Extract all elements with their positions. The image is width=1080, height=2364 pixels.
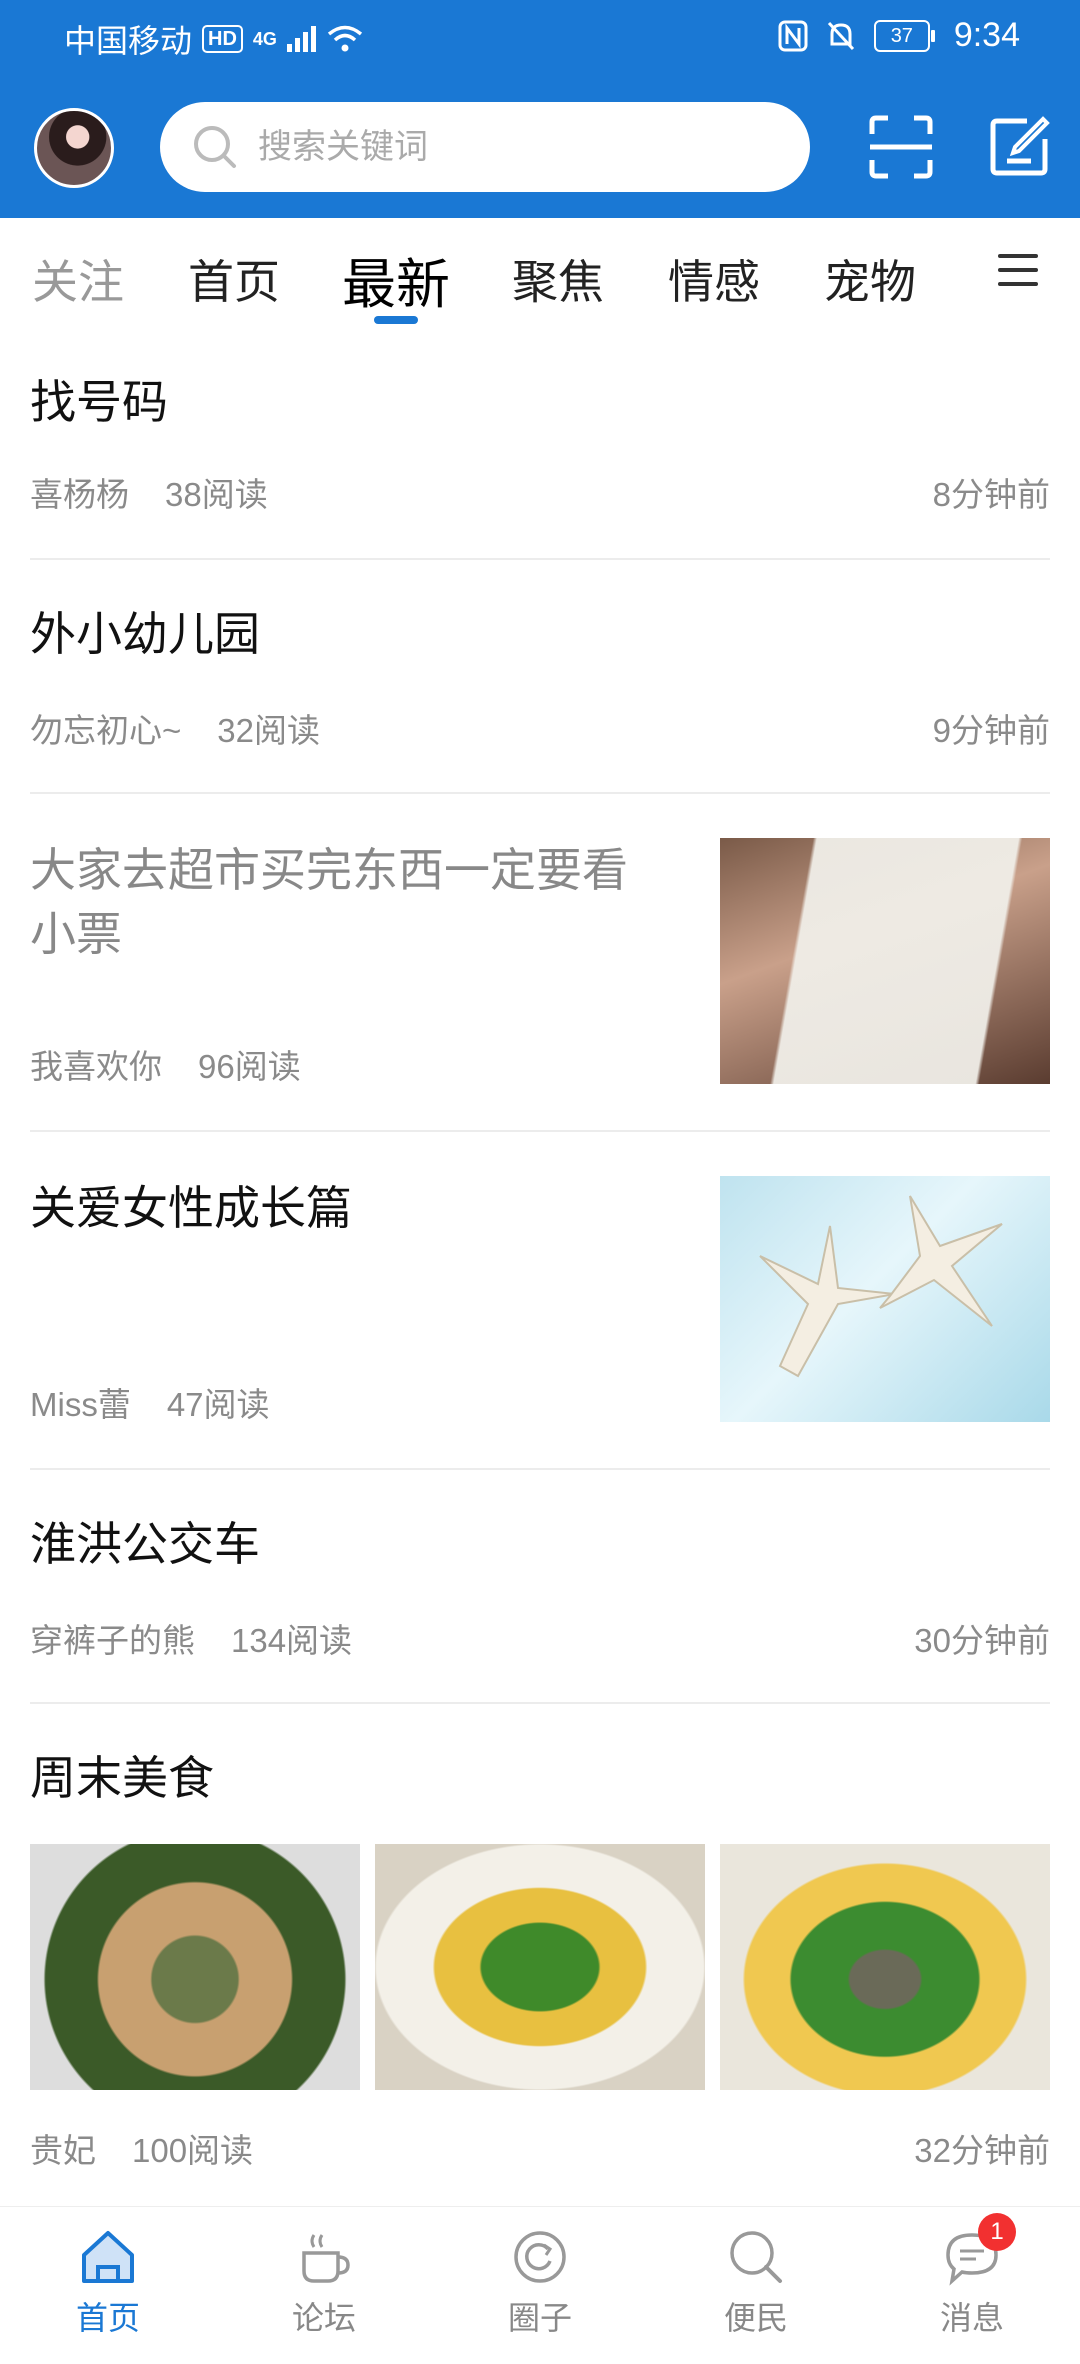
post-title[interactable]: 大家去超市买完东西一定要看小票 bbox=[30, 838, 670, 966]
signal-icon bbox=[286, 26, 316, 52]
clock: 9:34 bbox=[953, 16, 1020, 54]
chat-bubble-icon: 1 bbox=[942, 2213, 1016, 2287]
starfish-icon bbox=[759, 1195, 1003, 1378]
food-photo[interactable] bbox=[720, 1844, 1050, 2090]
post-time: 32分钟前 bbox=[914, 2132, 1050, 2169]
nav-circle[interactable]: 圈子 bbox=[480, 2227, 600, 2339]
tab-home[interactable]: 首页 bbox=[188, 246, 280, 312]
post-author: 勿忘初心~ bbox=[30, 712, 182, 749]
image-grid bbox=[30, 1844, 1050, 2090]
search-icon bbox=[726, 2227, 786, 2287]
tab-emotion[interactable]: 情感 bbox=[668, 246, 760, 312]
post-title[interactable]: 找号码 bbox=[30, 370, 168, 434]
category-tabs: 关注 首页 最新 聚焦 情感 宠物 bbox=[0, 218, 1080, 338]
status-left: 中国移动 HD 4G bbox=[64, 16, 363, 62]
food-photo[interactable] bbox=[30, 1844, 360, 2090]
post-meta: Miss蕾 47阅读 bbox=[30, 1378, 270, 1426]
user-avatar[interactable] bbox=[34, 108, 114, 188]
coffee-cup-icon bbox=[294, 2227, 354, 2287]
battery-indicator: 37 bbox=[873, 19, 935, 52]
tab-pets[interactable]: 宠物 bbox=[824, 246, 916, 312]
scan-icon bbox=[869, 115, 933, 179]
post-title[interactable]: 淮洪公交车 bbox=[30, 1512, 260, 1576]
active-tab-indicator bbox=[374, 316, 418, 324]
edit-icon bbox=[990, 116, 1050, 176]
post-author: 贵妃 bbox=[30, 2132, 96, 2169]
post-reads: 96阅读 bbox=[198, 1048, 301, 1085]
search-icon bbox=[194, 126, 236, 168]
post-reads: 100阅读 bbox=[132, 2132, 254, 2169]
post-meta: 贵妃 100阅读 bbox=[30, 2124, 253, 2172]
unread-badge: 1 bbox=[978, 2213, 1016, 2251]
post-title[interactable]: 关爱女性成长篇 bbox=[30, 1176, 352, 1240]
circle-refresh-icon bbox=[510, 2227, 570, 2287]
post-time: 9分钟前 bbox=[932, 712, 1050, 749]
nav-forum[interactable]: 论坛 bbox=[264, 2227, 384, 2339]
list-item[interactable]: 大家去超市买完东西一定要看小票 我喜欢你 96阅读 bbox=[30, 792, 1050, 1132]
post-meta: 穿裤子的熊 134阅读 bbox=[30, 1614, 352, 1662]
status-right: 37 9:34 bbox=[778, 16, 1020, 55]
post-reads: 32阅读 bbox=[217, 712, 320, 749]
search-input[interactable] bbox=[256, 126, 740, 168]
network-type: 4G bbox=[252, 28, 277, 49]
post-button[interactable] bbox=[980, 108, 1058, 186]
starfish-photo[interactable] bbox=[720, 1176, 1050, 1422]
post-meta: 我喜欢你 96阅读 bbox=[30, 1040, 301, 1088]
bottom-nav: 首页 论坛 圈子 便民 1 消息 bbox=[0, 2206, 1080, 2364]
nav-label: 论坛 bbox=[291, 2300, 356, 2336]
tab-focus[interactable]: 聚焦 bbox=[512, 246, 604, 312]
nav-label: 圈子 bbox=[507, 2300, 572, 2336]
post-reads: 47阅读 bbox=[166, 1386, 270, 1423]
post-title[interactable]: 外小幼儿园 bbox=[30, 602, 260, 666]
post-author: 喜杨杨 bbox=[30, 476, 129, 513]
receipt-photo[interactable] bbox=[720, 838, 1050, 1084]
post-time: 8分钟前 bbox=[932, 476, 1050, 513]
carrier-name: 中国移动 bbox=[64, 23, 193, 59]
menu-icon[interactable] bbox=[998, 254, 1038, 296]
post-meta: 喜杨杨 38阅读 bbox=[30, 468, 268, 516]
home-icon bbox=[78, 2227, 138, 2287]
top-header: 中国移动 HD 4G 37 9:34 bbox=[0, 0, 1080, 218]
scan-button[interactable] bbox=[862, 108, 940, 186]
search-bar[interactable] bbox=[160, 102, 810, 192]
status-bar: 中国移动 HD 4G 37 9:34 bbox=[0, 0, 1080, 80]
tab-latest[interactable]: 最新 bbox=[342, 240, 450, 319]
list-item[interactable]: 外小幼儿园 勿忘初心~ 32阅读 9分钟前 bbox=[30, 558, 1050, 794]
wifi-icon bbox=[327, 25, 363, 52]
tab-follow[interactable]: 关注 bbox=[32, 246, 124, 312]
post-time: 30分钟前 bbox=[914, 1622, 1050, 1659]
nav-messages[interactable]: 1 消息 bbox=[912, 2213, 1032, 2339]
nav-label: 首页 bbox=[75, 2300, 140, 2336]
list-item[interactable]: 淮洪公交车 穿裤子的熊 134阅读 30分钟前 bbox=[30, 1468, 1050, 1704]
hd-badge: HD bbox=[202, 25, 243, 53]
post-title[interactable]: 周末美食 bbox=[30, 1746, 214, 1810]
list-item[interactable]: 找号码 喜杨杨 38阅读 8分钟前 bbox=[30, 340, 1050, 560]
list-item[interactable]: 关爱女性成长篇 Miss蕾 47阅读 bbox=[30, 1130, 1050, 1470]
food-photo[interactable] bbox=[375, 1844, 705, 2090]
nfc-icon bbox=[778, 20, 808, 51]
nav-label: 消息 bbox=[939, 2300, 1004, 2336]
list-item[interactable]: 周末美食 贵妃 100阅读 32分钟前 bbox=[30, 1702, 1050, 2186]
nav-home[interactable]: 首页 bbox=[48, 2227, 168, 2339]
nav-services[interactable]: 便民 bbox=[696, 2227, 816, 2339]
post-reads: 38阅读 bbox=[165, 476, 268, 513]
nav-label: 便民 bbox=[723, 2300, 788, 2336]
post-author: Miss蕾 bbox=[30, 1386, 131, 1423]
post-reads: 134阅读 bbox=[231, 1622, 353, 1659]
post-author: 穿裤子的熊 bbox=[30, 1622, 195, 1659]
mute-bell-icon bbox=[827, 21, 854, 50]
post-author: 我喜欢你 bbox=[30, 1048, 162, 1085]
post-meta: 勿忘初心~ 32阅读 bbox=[30, 704, 320, 752]
